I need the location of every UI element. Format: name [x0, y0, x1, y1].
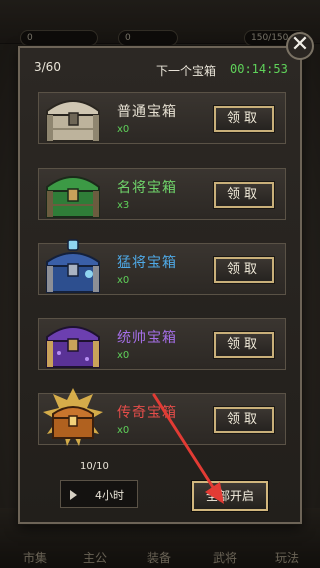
open-progress: 10/10 [80, 461, 109, 472]
common-chest-icon [46, 100, 100, 142]
next-chest-label: 下一个宝箱 [156, 64, 217, 78]
chest-quantity: x0 [117, 275, 130, 286]
chest-name: 普通宝箱 [117, 104, 177, 120]
fierce-general-chest-icon [46, 239, 100, 293]
chest-name: 传奇宝箱 [117, 405, 177, 421]
next-chest-timer: 00:14:53 [230, 62, 288, 76]
duration-label: 4小时 [95, 489, 124, 502]
chest-quantity: x0 [117, 425, 130, 436]
claim-button-fierce-general[interactable]: 领取 [213, 256, 275, 284]
chest-row-famous-general: 名将宝箱 x3 领取 [38, 168, 286, 220]
chest-row-commander: 统帅宝箱 x0 领取 [38, 318, 286, 370]
chest-row-legendary: 传奇宝箱 x0 领取 [38, 388, 286, 446]
play-icon [70, 490, 77, 500]
chest-name: 统帅宝箱 [117, 330, 177, 346]
claim-button-legendary[interactable]: 领取 [213, 406, 275, 434]
legendary-chest-icon [43, 388, 103, 446]
famous-general-chest-icon [46, 176, 100, 218]
chest-quantity: x3 [117, 200, 130, 211]
chest-name: 名将宝箱 [117, 180, 177, 196]
claim-button-famous-general[interactable]: 领取 [213, 181, 275, 209]
commander-chest-icon [46, 326, 100, 368]
chest-row-common: 普通宝箱 x0 领取 [38, 92, 286, 144]
duration-button[interactable]: 4小时 [60, 480, 138, 508]
chest-quantity: x0 [117, 350, 130, 361]
chest-count: 3/60 [34, 60, 61, 74]
claim-button-commander[interactable]: 领取 [213, 331, 275, 359]
chest-quantity: x0 [117, 124, 130, 135]
close-button[interactable]: ✕ [286, 32, 314, 60]
chest-row-fierce-general: 猛将宝箱 x0 领取 [38, 239, 286, 295]
open-all-button[interactable]: 全部开启 [191, 480, 269, 512]
claim-button-common[interactable]: 领取 [213, 105, 275, 133]
chest-name: 猛将宝箱 [117, 255, 177, 271]
